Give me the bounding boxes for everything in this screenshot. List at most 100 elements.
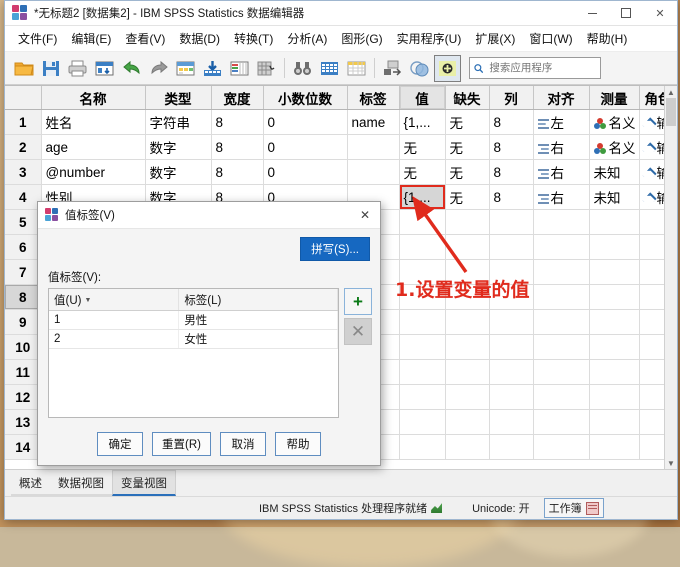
cell-missing[interactable] bbox=[445, 284, 490, 310]
find-button[interactable] bbox=[290, 56, 315, 81]
value-labels-table-wrap[interactable]: 值(U) ▼ 标签(L) 1 男性 2 女性 bbox=[48, 288, 339, 418]
cell-missing[interactable] bbox=[445, 359, 490, 385]
cell-measure[interactable] bbox=[589, 284, 640, 310]
tab-data-view[interactable]: 数据视图 bbox=[50, 471, 112, 496]
cell-missing[interactable] bbox=[445, 209, 490, 235]
workbook-button[interactable]: 工作簿 bbox=[543, 498, 604, 518]
cell-values[interactable] bbox=[399, 309, 446, 335]
column-header-align[interactable]: 对齐 bbox=[533, 86, 590, 110]
row-number[interactable]: 13 bbox=[5, 409, 42, 435]
menu-window[interactable]: 窗口(W) bbox=[522, 27, 579, 50]
list-item[interactable]: 1 男性 bbox=[49, 310, 338, 330]
cell-missing[interactable] bbox=[445, 384, 490, 410]
row-number[interactable]: 9 bbox=[5, 309, 42, 335]
cell-decimals[interactable]: 0 bbox=[263, 159, 348, 185]
cell-columns[interactable] bbox=[489, 409, 534, 435]
goto-case-button[interactable] bbox=[173, 56, 198, 81]
scroll-down-arrow[interactable]: ▼ bbox=[665, 457, 677, 469]
help-button[interactable]: 帮助 bbox=[274, 432, 321, 456]
cell-align[interactable]: 右 bbox=[533, 159, 590, 185]
cell-missing[interactable]: 无 bbox=[445, 184, 490, 210]
row-number[interactable]: 11 bbox=[5, 359, 42, 385]
cell-measure[interactable]: 名义 bbox=[589, 134, 640, 160]
cell-missing[interactable]: 无 bbox=[445, 109, 490, 135]
menu-edit[interactable]: 编辑(E) bbox=[64, 27, 118, 50]
value-cell[interactable]: 1 bbox=[49, 310, 180, 330]
cell-columns[interactable] bbox=[489, 259, 534, 285]
cell-align[interactable] bbox=[533, 334, 590, 360]
menu-analyze[interactable]: 分析(A) bbox=[280, 27, 334, 50]
cell-missing[interactable] bbox=[445, 409, 490, 435]
table-row[interactable]: 2 age 数字 8 0 无 无 8 右 名义 输 bbox=[5, 134, 677, 160]
recall-dialogs-button[interactable] bbox=[92, 56, 117, 81]
cell-missing[interactable] bbox=[445, 234, 490, 260]
cell-values[interactable] bbox=[399, 384, 446, 410]
grid-vertical-scrollbar[interactable]: ▲ ▼ bbox=[664, 86, 677, 469]
cell-columns[interactable] bbox=[489, 234, 534, 260]
cell-values[interactable] bbox=[399, 409, 446, 435]
cell-values[interactable]: 无 bbox=[399, 159, 446, 185]
insert-case-button[interactable] bbox=[317, 56, 342, 81]
row-number[interactable]: 5 bbox=[5, 209, 42, 235]
column-header-name[interactable]: 名称 bbox=[41, 86, 146, 110]
maximize-button[interactable] bbox=[609, 1, 643, 25]
cell-values[interactable] bbox=[399, 259, 446, 285]
cell-label[interactable] bbox=[347, 134, 400, 160]
table-row[interactable]: 1 姓名 字符串 8 0 name {1,... 无 8 左 名义 输 bbox=[5, 109, 677, 135]
insert-variable-button[interactable] bbox=[344, 56, 369, 81]
column-header-measure[interactable]: 测量 bbox=[589, 86, 640, 110]
open-file-button[interactable] bbox=[11, 56, 36, 81]
add-value-label-button[interactable]: + bbox=[344, 288, 372, 315]
cell-measure[interactable] bbox=[589, 384, 640, 410]
minimize-button[interactable] bbox=[575, 1, 609, 25]
column-header-decimals[interactable]: 小数位数 bbox=[263, 86, 348, 110]
descriptives-button[interactable] bbox=[254, 56, 279, 81]
close-window-button[interactable]: ✕ bbox=[643, 1, 677, 25]
row-number[interactable]: 1 bbox=[5, 109, 42, 135]
cell-values[interactable] bbox=[399, 234, 446, 260]
cell-values[interactable] bbox=[399, 334, 446, 360]
label-cell[interactable]: 男性 bbox=[178, 310, 338, 330]
dialog-close-button[interactable]: ✕ bbox=[350, 202, 380, 228]
cell-columns[interactable]: 8 bbox=[489, 159, 534, 185]
menu-transform[interactable]: 转换(T) bbox=[227, 27, 280, 50]
cell-columns[interactable]: 8 bbox=[489, 134, 534, 160]
cell-measure[interactable] bbox=[589, 309, 640, 335]
cell-label[interactable]: name bbox=[347, 109, 400, 135]
column-header-width[interactable]: 宽度 bbox=[211, 86, 264, 110]
cell-width[interactable]: 8 bbox=[211, 134, 264, 160]
undo-button[interactable] bbox=[119, 56, 144, 81]
cell-columns[interactable]: 8 bbox=[489, 109, 534, 135]
cell-align[interactable] bbox=[533, 409, 590, 435]
cell-measure[interactable] bbox=[589, 259, 640, 285]
cell-width[interactable]: 8 bbox=[211, 109, 264, 135]
delete-value-label-button[interactable]: ✕ bbox=[344, 318, 372, 345]
cell-align[interactable] bbox=[533, 309, 590, 335]
cell-values[interactable] bbox=[399, 359, 446, 385]
column-header-values[interactable]: 值 bbox=[399, 86, 446, 110]
ok-button[interactable]: 确定 bbox=[97, 432, 144, 456]
row-number[interactable]: 14 bbox=[5, 434, 42, 460]
row-number[interactable]: 10 bbox=[5, 334, 42, 360]
scroll-up-arrow[interactable]: ▲ bbox=[665, 86, 677, 98]
cell-align[interactable] bbox=[533, 359, 590, 385]
cell-measure[interactable] bbox=[589, 434, 640, 460]
value-labels-toggle-button[interactable] bbox=[434, 54, 461, 82]
cell-columns[interactable] bbox=[489, 309, 534, 335]
cell-missing[interactable] bbox=[445, 334, 490, 360]
cell-values[interactable] bbox=[399, 284, 446, 310]
search-input[interactable] bbox=[487, 61, 596, 75]
cell-align[interactable] bbox=[533, 259, 590, 285]
cell-align[interactable] bbox=[533, 209, 590, 235]
search-box[interactable] bbox=[469, 57, 601, 79]
cell-columns[interactable] bbox=[489, 284, 534, 310]
cell-measure[interactable]: 名义 bbox=[589, 109, 640, 135]
cell-measure[interactable] bbox=[589, 359, 640, 385]
cell-values[interactable] bbox=[399, 434, 446, 460]
spell-button[interactable]: 拼写(S)... bbox=[300, 237, 370, 261]
cell-label[interactable] bbox=[347, 159, 400, 185]
goto-variable-button[interactable] bbox=[200, 56, 225, 81]
tab-overview[interactable]: 概述 bbox=[11, 471, 50, 496]
cell-type[interactable]: 数字 bbox=[145, 134, 212, 160]
column-header-columns[interactable]: 列 bbox=[489, 86, 534, 110]
